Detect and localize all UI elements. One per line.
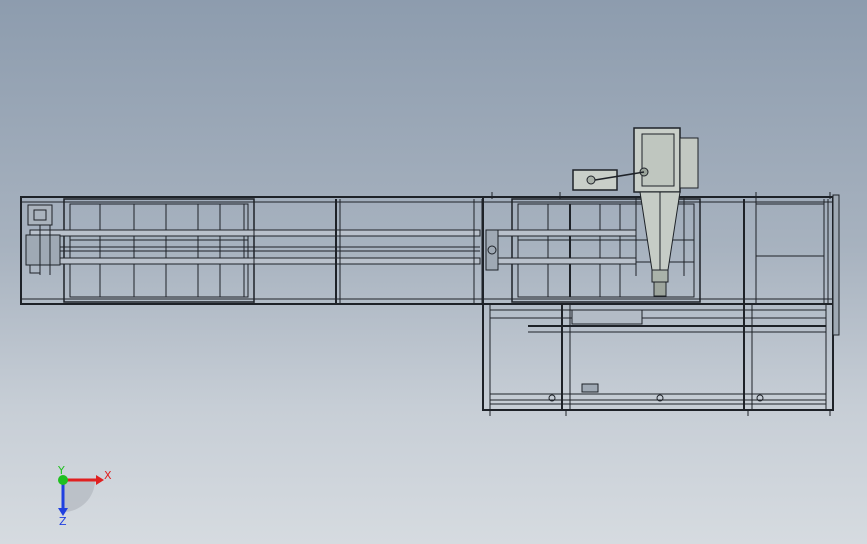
lower-slide-block (571, 309, 643, 325)
left-belt-rails (29, 229, 481, 265)
z-axis-label: Z (59, 515, 67, 528)
orientation-triad: X Y Z (57, 464, 112, 528)
left-conveyor-frame[interactable] (20, 196, 484, 305)
lower-right-frame[interactable] (482, 303, 834, 416)
y-axis-label: Y (57, 464, 65, 477)
control-knob (586, 175, 596, 185)
vertical-pick-unit[interactable] (633, 127, 699, 297)
right-belt-rails (485, 229, 637, 265)
machine-assembly[interactable] (20, 127, 840, 416)
cad-viewport[interactable]: X Y Z (0, 0, 867, 544)
left-end-mechanism (25, 204, 61, 275)
right-frame-posts (743, 199, 829, 304)
motor-side-box (679, 137, 699, 189)
right-end-cap (832, 194, 840, 336)
x-axis-label: X (104, 469, 112, 482)
arm-tip (651, 269, 669, 283)
triad-quadrant (63, 480, 95, 512)
